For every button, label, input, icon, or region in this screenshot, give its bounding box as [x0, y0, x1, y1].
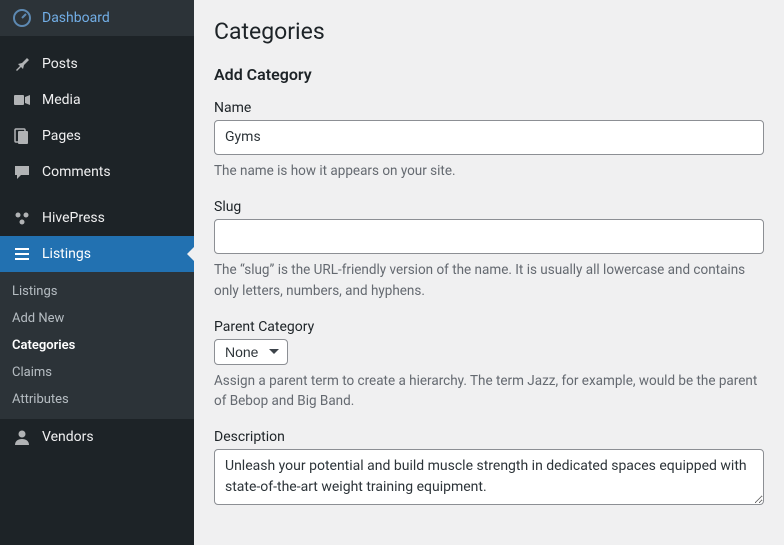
- description-textarea[interactable]: [214, 449, 764, 505]
- vendors-icon: [12, 427, 32, 447]
- main-content: Categories Add Category Name The name is…: [194, 0, 784, 545]
- name-label: Name: [214, 100, 764, 116]
- slug-label: Slug: [214, 199, 764, 215]
- sidebar-item-pages[interactable]: Pages: [0, 118, 194, 154]
- menu-label: Pages: [42, 128, 81, 144]
- slug-input[interactable]: [214, 219, 764, 254]
- sidebar-item-dashboard[interactable]: Dashboard: [0, 0, 194, 36]
- description-label: Description: [214, 429, 764, 445]
- menu-label: Comments: [42, 164, 111, 180]
- menu-label: Posts: [42, 56, 78, 72]
- form-title: Add Category: [214, 65, 764, 84]
- page-title: Categories: [214, 18, 764, 45]
- field-parent: Parent Category None Assign a parent ter…: [214, 319, 764, 412]
- pages-icon: [12, 126, 32, 146]
- comment-icon: [12, 162, 32, 182]
- submenu-item-attributes[interactable]: Attributes: [0, 386, 194, 413]
- parent-label: Parent Category: [214, 319, 764, 335]
- submenu-item-add-new[interactable]: Add New: [0, 305, 194, 332]
- listings-icon: [12, 244, 32, 264]
- submenu-item-categories[interactable]: Categories: [0, 332, 194, 359]
- field-name: Name The name is how it appears on your …: [214, 100, 764, 181]
- sidebar-item-comments[interactable]: Comments: [0, 154, 194, 190]
- menu-label: Listings: [42, 246, 91, 262]
- submenu-item-listings[interactable]: Listings: [0, 278, 194, 305]
- sidebar-item-hivepress[interactable]: HivePress: [0, 200, 194, 236]
- name-description: The name is how it appears on your site.: [214, 161, 764, 181]
- field-slug: Slug The “slug” is the URL-friendly vers…: [214, 199, 764, 301]
- menu-label: HivePress: [42, 210, 105, 226]
- dashboard-icon: [12, 8, 32, 28]
- media-icon: [12, 90, 32, 110]
- sidebar-submenu: Listings Add New Categories Claims Attri…: [0, 272, 194, 419]
- menu-label: Dashboard: [42, 10, 110, 26]
- submenu-item-claims[interactable]: Claims: [0, 359, 194, 386]
- field-description: Description: [214, 429, 764, 509]
- hivepress-icon: [12, 208, 32, 228]
- parent-description: Assign a parent term to create a hierarc…: [214, 371, 764, 412]
- sidebar-item-posts[interactable]: Posts: [0, 46, 194, 82]
- sidebar-item-media[interactable]: Media: [0, 82, 194, 118]
- parent-select-wrap: None: [214, 339, 288, 365]
- parent-select[interactable]: None: [214, 339, 288, 365]
- sidebar-item-listings[interactable]: Listings: [0, 236, 194, 272]
- sidebar-item-vendors[interactable]: Vendors: [0, 419, 194, 455]
- pin-icon: [12, 54, 32, 74]
- admin-sidebar: Dashboard Posts Media Pages Comments Hiv…: [0, 0, 194, 545]
- menu-label: Media: [42, 92, 81, 108]
- slug-description: The “slug” is the URL-friendly version o…: [214, 260, 764, 301]
- menu-label: Vendors: [42, 429, 94, 445]
- name-input[interactable]: [214, 120, 764, 155]
